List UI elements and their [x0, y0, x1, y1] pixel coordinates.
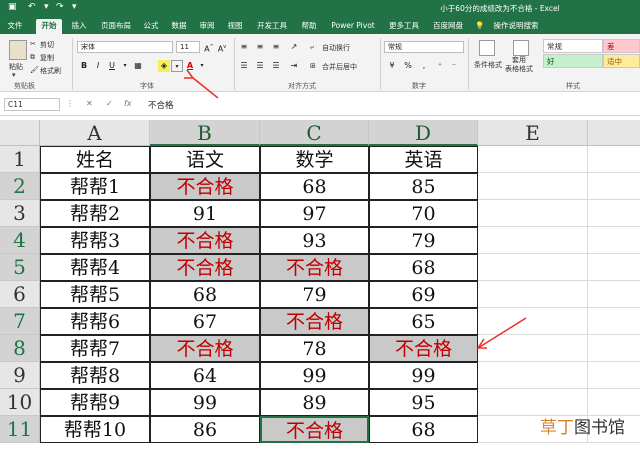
watermark: 草丁图书馆	[540, 413, 625, 438]
watermark-text: 图书馆	[574, 418, 625, 438]
arrow-to-cell	[477, 317, 527, 349]
arrow-to-font-color	[192, 77, 219, 99]
annotation-arrows	[184, 69, 527, 349]
arrow-head	[184, 69, 195, 79]
watermark-highlight: 草丁	[540, 418, 574, 438]
